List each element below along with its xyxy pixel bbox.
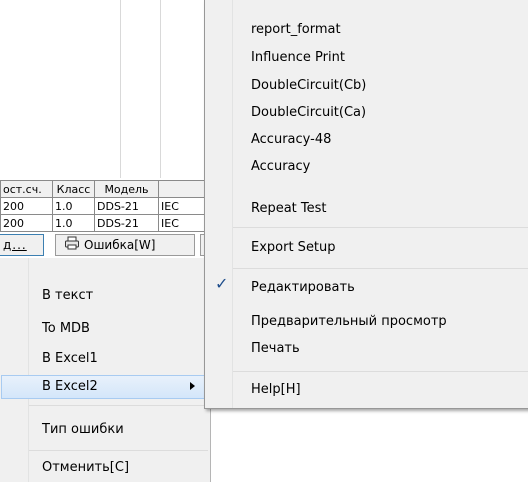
menu-item-export-setup[interactable]: Export Setup <box>251 236 336 260</box>
table-cell[interactable]: DDS-21 <box>94 197 159 215</box>
menu-item-influence-print[interactable]: Influence Print <box>251 46 345 70</box>
menu-item-accuracy-48[interactable]: Accuracy-48 <box>251 128 331 152</box>
menu-item-print-preview[interactable]: Предварительный просмотр <box>251 310 447 334</box>
menu-item-cancel[interactable]: Отменить[C] <box>42 456 129 480</box>
grid-line <box>120 0 121 178</box>
table-cell[interactable]: IEC <box>158 197 206 215</box>
toolbar-left-button[interactable]: д... <box>0 234 44 256</box>
error-button[interactable]: Ошибка[W] <box>55 234 195 256</box>
table-cell[interactable]: 200 <box>0 197 53 215</box>
menu-item-report-format[interactable]: report_format <box>251 18 341 42</box>
table-cell[interactable]: DDS-21 <box>94 214 159 232</box>
table-cell[interactable]: IEC <box>158 214 206 232</box>
table-row[interactable]: 200 1.0 DDS-21 IEC <box>0 197 206 215</box>
menu-item-edit[interactable]: Редактировать <box>251 276 355 300</box>
table-cell[interactable]: 200 <box>0 214 53 232</box>
menu-separator <box>29 405 208 406</box>
menu-item-doublecircuit-ca[interactable]: DoubleCircuit(Ca) <box>251 101 366 125</box>
column-header[interactable]: ост.сч. <box>0 180 53 198</box>
column-header[interactable]: Класс <box>52 180 95 198</box>
menu-separator <box>29 450 208 451</box>
menu-item-to-text[interactable]: В текст <box>42 284 93 308</box>
menu-item-to-mdb[interactable]: To MDB <box>42 317 90 341</box>
printer-icon <box>64 236 80 256</box>
column-header[interactable]: Модель <box>94 180 159 198</box>
menu-item-repeat-test[interactable]: Repeat Test <box>251 197 327 221</box>
menu-item-error-type[interactable]: Тип ошибки <box>42 418 124 442</box>
excel2-submenu: report_format Influence Print DoubleCirc… <box>204 0 528 409</box>
error-button-label: Ошибка[W] <box>84 238 156 252</box>
table-cell[interactable]: 1.0 <box>52 214 95 232</box>
menu-icon-gutter <box>232 0 233 408</box>
menu-item-doublecircuit-cb[interactable]: DoubleCircuit(Cb) <box>251 74 366 98</box>
chevron-right-icon <box>190 382 195 390</box>
column-header[interactable] <box>158 180 206 198</box>
data-table: ост.сч. Класс Модель 200 1.0 DDS-21 IEC … <box>0 180 206 232</box>
table-row[interactable]: 200 1.0 DDS-21 IEC <box>0 214 206 232</box>
table-cell[interactable]: 1.0 <box>52 197 95 215</box>
menu-separator <box>233 268 528 269</box>
menu-item-to-excel2[interactable]: B Excel2 <box>42 375 98 399</box>
menu-item-help[interactable]: Help[H] <box>251 378 301 402</box>
toolbar-left-button-label: д... <box>3 238 27 252</box>
checkmark-icon: ✓ <box>215 274 229 293</box>
menu-item-to-excel1[interactable]: B Excel1 <box>42 347 98 371</box>
grid-line <box>160 0 161 178</box>
export-context-menu: В текст To MDB B Excel1 B Excel2 Тип оши… <box>0 258 211 482</box>
menu-item-accuracy[interactable]: Accuracy <box>251 155 310 179</box>
menu-item-print[interactable]: Печать <box>251 337 300 361</box>
menu-icon-gutter <box>28 258 29 482</box>
table-header-row: ост.сч. Класс Модель <box>0 180 206 198</box>
menu-separator <box>233 371 528 372</box>
menu-separator <box>233 227 528 228</box>
menu-highlight <box>1 375 208 399</box>
